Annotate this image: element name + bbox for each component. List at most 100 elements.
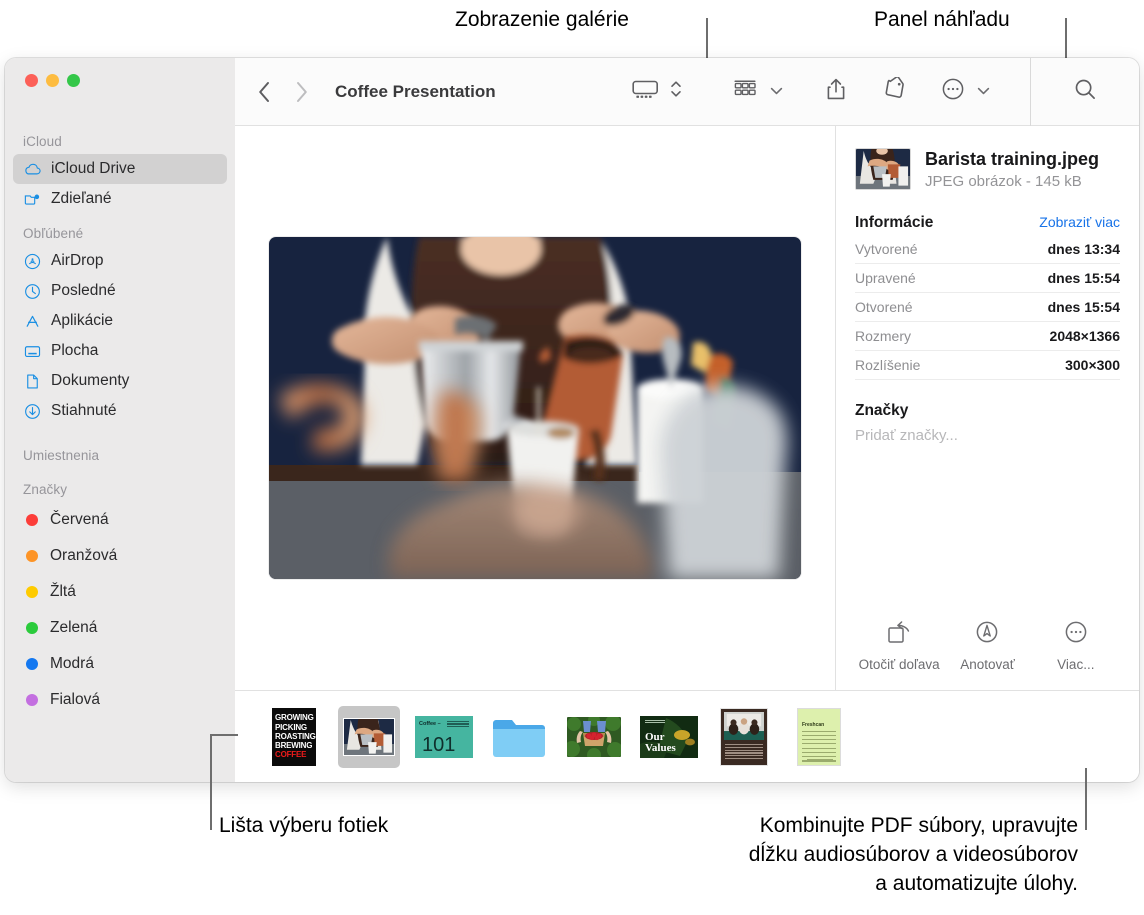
meeting-document-thumbnail[interactable]	[713, 706, 775, 768]
search-button[interactable]	[1031, 58, 1139, 125]
file-thumbnail	[855, 148, 911, 190]
info-row-dimensions: Rozmery 2048×1366	[855, 322, 1120, 351]
sidebar-section-icloud-title: iCloud	[5, 134, 235, 154]
sidebar-tag-red[interactable]: Červená	[13, 502, 227, 538]
callout-automate-line2: dĺžku audiosúborov a videosúborov	[749, 841, 1078, 869]
add-tags-input[interactable]: Pridať značky...	[855, 427, 1120, 444]
sidebar-item-downloads[interactable]: Stiahnuté	[13, 396, 227, 426]
chevron-down-icon	[770, 83, 783, 101]
berries-photo-thumbnail[interactable]	[563, 706, 625, 768]
group-by-button[interactable]	[726, 77, 789, 106]
sidebar-item-label: Posledné	[51, 282, 116, 300]
sidebar-item-label: Aplikácie	[51, 312, 113, 330]
info-row-modified: Upravené dnes 15:54	[855, 264, 1120, 293]
document-image	[724, 712, 764, 742]
values-slide-art: OurValues	[640, 716, 698, 758]
more-actions-button[interactable]	[935, 77, 996, 106]
tag-dot-icon	[26, 586, 38, 598]
callout-automate-line1: Kombinujte PDF súbory, upravujte	[760, 812, 1078, 840]
applications-icon	[23, 312, 42, 331]
sidebar-item-icloud-drive[interactable]: iCloud Drive	[13, 154, 227, 184]
tag-dot-icon	[26, 622, 38, 634]
info-key: Rozlíšenie	[855, 357, 920, 373]
sidebar-tag-purple[interactable]: Fialová	[13, 682, 227, 718]
rotate-left-button[interactable]: Otočiť doľava	[855, 619, 943, 672]
show-more-link[interactable]: Zobraziť viac	[1039, 214, 1120, 230]
sidebar-tag-green[interactable]: Zelená	[13, 610, 227, 646]
barista-training-thumbnail[interactable]	[338, 706, 400, 768]
toolbar: Coffee Presentation	[235, 58, 1139, 126]
sidebar-tag-blue[interactable]: Modrá	[13, 646, 227, 682]
quick-actions: Otočiť doľava Anotovať	[855, 619, 1120, 690]
sidebar: iCloud iCloud Drive Zdieľané Obľúbené Ai	[5, 58, 235, 782]
file-kind-size: JPEG obrázok - 145 kB	[925, 173, 1099, 190]
coffee-101-slide-thumbnail[interactable]: Coffee – 101	[413, 706, 475, 768]
sidebar-item-recents[interactable]: Posledné	[13, 276, 227, 306]
callout-gallery-view: Zobrazenie galérie	[455, 6, 629, 34]
more-button[interactable]: Viac...	[1032, 619, 1120, 672]
zoom-button[interactable]	[67, 74, 80, 87]
sidebar-item-label: Červená	[50, 511, 109, 529]
info-key: Otvorené	[855, 299, 913, 315]
sidebar-tag-yellow[interactable]: Žltá	[13, 574, 227, 610]
preview-panel: Barista training.jpeg JPEG obrázok - 145…	[835, 126, 1139, 690]
chevron-down-icon	[977, 83, 990, 101]
poster-art: GROWING PICKING ROASTING BREWING COFFEE	[272, 708, 316, 766]
sidebar-section-locations-title: Umiestnenia	[5, 448, 235, 468]
photo-picker-bar[interactable]: GROWING PICKING ROASTING BREWING COFFEE	[235, 690, 1139, 782]
info-key: Upravené	[855, 270, 916, 286]
main-column: Coffee Presentation	[235, 58, 1139, 782]
receipt-note-thumbnail[interactable]: Freshcan	[788, 706, 850, 768]
toolbar-actions	[626, 58, 1139, 125]
tag-button[interactable]	[875, 77, 913, 106]
clock-icon	[23, 282, 42, 301]
sidebar-item-label: Fialová	[50, 691, 100, 709]
information-section-header: Informácie Zobraziť viac	[855, 214, 1120, 232]
poster-line: BREWING	[275, 741, 313, 750]
sidebar-item-airdrop[interactable]: AirDrop	[13, 246, 227, 276]
sidebar-section-tags-title: Značky	[5, 482, 235, 502]
sidebar-item-desktop[interactable]: Plocha	[13, 336, 227, 366]
tag-icon	[881, 77, 907, 106]
sidebar-item-label: Modrá	[50, 655, 94, 673]
our-values-slide-thumbnail[interactable]: OurValues	[638, 706, 700, 768]
back-button[interactable]	[257, 80, 272, 104]
quick-action-label: Anotovať	[960, 657, 1015, 672]
hero-preview-image[interactable]	[269, 237, 801, 579]
callout-bottom-right-line	[1085, 768, 1087, 830]
file-header: Barista training.jpeg JPEG obrázok - 145…	[855, 148, 1120, 190]
info-value: 2048×1366	[1050, 328, 1120, 344]
group-by-icon	[732, 77, 758, 106]
share-button[interactable]	[819, 77, 853, 107]
close-button[interactable]	[25, 74, 38, 87]
info-value: 300×300	[1065, 357, 1120, 373]
markup-icon	[974, 619, 1000, 650]
values-title: OurValues	[645, 732, 676, 754]
info-value: dnes 13:34	[1048, 241, 1120, 257]
view-mode-button[interactable]	[626, 77, 688, 106]
shared-folder-icon	[23, 190, 42, 209]
downloads-icon	[23, 402, 42, 421]
callout-photo-picker-hline	[210, 734, 238, 736]
sidebar-item-label: Dokumenty	[51, 372, 129, 390]
minimize-button[interactable]	[46, 74, 59, 87]
sidebar-item-documents[interactable]: Dokumenty	[13, 366, 227, 396]
callout-preview-panel: Panel náhľadu	[874, 6, 1010, 34]
note-art: Freshcan	[797, 708, 841, 766]
folder-thumbnail[interactable]	[488, 706, 550, 768]
sidebar-item-label: Plocha	[51, 342, 98, 360]
gallery-view-icon	[632, 77, 659, 106]
up-down-chevron-icon	[670, 78, 682, 105]
markup-button[interactable]: Anotovať	[943, 619, 1031, 672]
sidebar-item-applications[interactable]: Aplikácie	[13, 306, 227, 336]
coffee-poster-thumbnail[interactable]: GROWING PICKING ROASTING BREWING COFFEE	[263, 706, 325, 768]
share-icon	[825, 77, 847, 107]
sidebar-item-label: iCloud Drive	[51, 160, 135, 178]
tag-dot-icon	[26, 514, 38, 526]
sidebar-tag-orange[interactable]: Oranžová	[13, 538, 227, 574]
poster-accent-line: COFFEE	[275, 750, 313, 759]
desktop-icon	[23, 342, 42, 361]
slide-text-lines	[447, 721, 469, 729]
sidebar-item-shared[interactable]: Zdieľané	[13, 184, 227, 214]
forward-button[interactable]	[294, 80, 309, 104]
